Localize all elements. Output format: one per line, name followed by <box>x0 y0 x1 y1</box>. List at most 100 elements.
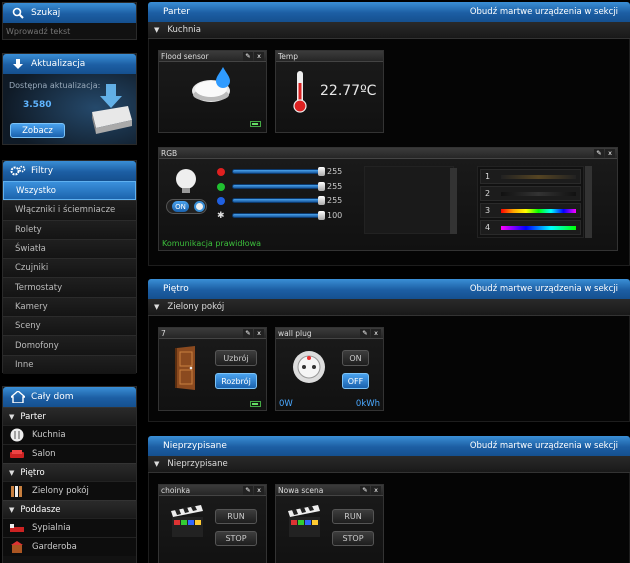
device-header: wall plug ✎ x <box>276 328 383 339</box>
plug-on-button[interactable]: ON <box>342 350 369 366</box>
magnifier-icon <box>8 7 28 19</box>
rgb-slider-knob[interactable] <box>318 210 325 220</box>
close-icon[interactable]: x <box>371 328 381 338</box>
house-room[interactable]: Garderoba <box>3 537 136 556</box>
rgb-preview-scroll[interactable] <box>450 168 457 234</box>
filter-item[interactable]: Domofony <box>3 335 136 355</box>
device-flood-sensor[interactable]: Flood sensor ✎ x <box>158 50 267 133</box>
house-panel: Cały dom ▼ Parter Kuchnia Salon ▼ Piętro Zielo… <box>2 386 137 563</box>
rgb-slider-track[interactable] <box>232 169 322 174</box>
device-wall-plug[interactable]: wall plug ✎ x ON OFF 0W 0kWh <box>275 327 384 411</box>
wrench-icon[interactable]: ✎ <box>243 485 253 495</box>
color-dot-icon <box>217 182 225 191</box>
scene-stop-button[interactable]: STOP <box>332 531 374 546</box>
section-title-pietro: Piętro <box>163 284 189 294</box>
house-section[interactable]: ▼ Piętro <box>3 463 136 481</box>
room-icon <box>9 428 25 442</box>
rgb-program-item[interactable]: 4 <box>480 220 581 235</box>
device-name: RGB <box>161 148 178 158</box>
device-door[interactable]: 7 ✎ x Uzbrój Rozbrój <box>158 327 267 411</box>
filter-item[interactable]: Wszystko <box>3 181 136 201</box>
room-header-zielony[interactable]: ▼ Zielony pokój <box>148 299 630 316</box>
rgb-program-bar <box>501 209 576 213</box>
wake-devices-pietro-link[interactable]: Obudź martwe urządzenia w sekcji <box>470 284 618 294</box>
room-icon <box>9 447 25 461</box>
filter-item[interactable]: Termostaty <box>3 277 136 297</box>
room-header-unassigned[interactable]: ▼ Nieprzypisane <box>148 456 630 473</box>
device-rgb[interactable]: RGB ✎ x ON 255 255 255 ✱ 100 1 2 3 4 Komunikacja… <box>158 147 618 251</box>
show-update-button[interactable]: Zobacz <box>10 123 65 138</box>
house-room[interactable]: Kuchnia <box>3 425 136 444</box>
device-header: RGB ✎ x <box>159 148 617 159</box>
rgb-slider-track[interactable] <box>232 198 322 203</box>
scene-run-button[interactable]: RUN <box>332 509 374 524</box>
wrench-icon[interactable]: ✎ <box>243 51 253 61</box>
section-header-unassigned[interactable]: Nieprzypisane Obudź martwe urządzenia w … <box>148 436 630 456</box>
room-icon <box>9 540 25 554</box>
house-section[interactable]: ▼ Parter <box>3 407 136 425</box>
rgb-program-list: 1 2 3 4 <box>477 166 584 238</box>
device-temp[interactable]: Temp 22.77ºC <box>275 50 384 133</box>
filter-item[interactable]: Światła <box>3 238 136 259</box>
section-title-unassigned: Nieprzypisane <box>163 441 227 451</box>
wake-devices-parter-link[interactable]: Obudź martwe urządzenia w sekcji <box>470 7 618 17</box>
rgb-slider-track[interactable] <box>232 183 322 189</box>
close-icon[interactable]: x <box>371 485 381 495</box>
rgb-program-number: 2 <box>485 189 491 198</box>
house-room[interactable]: Salon <box>3 444 136 463</box>
battery-icon <box>250 401 261 407</box>
rgb-program-item[interactable]: 1 <box>480 169 581 184</box>
rgb-program-scroll[interactable] <box>585 166 592 238</box>
filter-item[interactable]: Sceny <box>3 316 136 336</box>
house-tree: ▼ Parter Kuchnia Salon ▼ Piętro Zielony pokój ▼… <box>3 407 136 556</box>
house-room-label: Salon <box>32 449 56 459</box>
wrench-icon[interactable]: ✎ <box>243 328 253 338</box>
section-header-parter[interactable]: Parter Obudź martwe urządzenia w sekcji <box>148 2 630 22</box>
wrench-icon[interactable]: ✎ <box>360 485 370 495</box>
house-room[interactable]: Sypialnia <box>3 518 136 537</box>
scene-stop-button[interactable]: STOP <box>215 531 257 546</box>
device-scene[interactable]: Nowa scena ✎ x RUN STOP <box>275 484 384 563</box>
section-body-pietro: 7 ✎ x Uzbrój Rozbrój wall plug ✎ x ON OFF … <box>148 316 630 422</box>
rgb-slider-track[interactable] <box>232 212 322 218</box>
plug-off-button[interactable]: OFF <box>342 373 369 389</box>
device-scene[interactable]: choinka ✎ x RUN STOP <box>158 484 267 563</box>
rgb-slider-knob[interactable] <box>318 196 325 205</box>
disarm-button[interactable]: Rozbrój <box>215 373 257 389</box>
filter-item[interactable]: Inne <box>3 354 136 374</box>
close-icon[interactable]: x <box>254 51 264 61</box>
rgb-status: Komunikacja prawidłowa <box>162 239 262 248</box>
close-icon[interactable]: x <box>605 148 615 158</box>
device-header: 7 ✎ x <box>159 328 266 339</box>
toggle-knob <box>194 201 205 212</box>
search-input[interactable] <box>3 23 136 39</box>
filter-list: Wszystko Włączniki i ściemniacze Rolety Świ… <box>3 181 136 374</box>
wake-devices-unassigned-link[interactable]: Obudź martwe urządzenia w sekcji <box>470 441 618 451</box>
house-room[interactable]: Zielony pokój <box>3 481 136 500</box>
update-available-label: Dostępna aktualizacja: <box>9 81 101 90</box>
room-title-kuchnia: Kuchnia <box>167 25 201 35</box>
filter-item[interactable]: Kamery <box>3 296 136 317</box>
scene-run-button[interactable]: RUN <box>215 509 257 524</box>
arm-button[interactable]: Uzbrój <box>215 350 257 366</box>
rgb-slider-knob[interactable] <box>318 181 325 191</box>
filter-item[interactable]: Czujniki <box>3 258 136 278</box>
room-header-kuchnia[interactable]: ▼ Kuchnia <box>148 22 630 39</box>
rgb-slider-value: 100 <box>327 210 343 220</box>
close-icon[interactable]: x <box>254 328 264 338</box>
rgb-power-toggle[interactable]: ON <box>166 199 207 214</box>
section-header-pietro[interactable]: Piętro Obudź martwe urządzenia w sekcji <box>148 279 630 299</box>
wrench-icon[interactable]: ✎ <box>360 328 370 338</box>
wrench-icon[interactable]: ✎ <box>594 148 604 158</box>
rgb-program-item[interactable]: 3 <box>480 203 581 218</box>
update-panel: Aktualizacja Dostępna aktualizacja: 3.58… <box>2 53 137 145</box>
rgb-slider-knob[interactable] <box>318 167 325 176</box>
house-section[interactable]: ▼ Poddasze <box>3 500 136 518</box>
filter-item[interactable]: Włączniki i ściemniacze <box>3 200 136 220</box>
close-icon[interactable]: x <box>254 485 264 495</box>
brightness-icon: ✱ <box>217 210 225 221</box>
chevron-down-icon: ▼ <box>9 468 15 477</box>
rgb-program-item[interactable]: 2 <box>480 186 581 201</box>
color-dot-icon <box>217 197 225 205</box>
filter-item[interactable]: Rolety <box>3 219 136 239</box>
